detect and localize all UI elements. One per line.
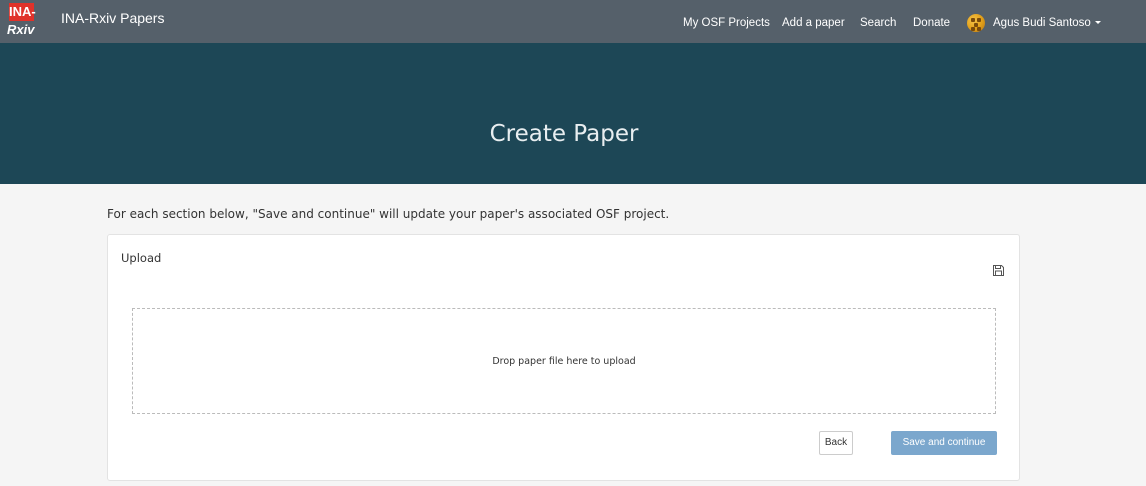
brand-logo[interactable]: INA- Rxiv [7, 3, 50, 41]
upload-panel: Upload Drop paper file here to upload Ba… [107, 234, 1020, 481]
brand-name-link[interactable]: INA-Rxiv Papers [61, 0, 164, 36]
top-navbar: INA- Rxiv INA-Rxiv Papers My OSF Project… [0, 0, 1146, 43]
user-menu[interactable]: Agus Budi Santoso [993, 0, 1101, 43]
panel-title: Upload [121, 251, 162, 265]
logo-top-text: INA- [9, 3, 36, 21]
nav-add-paper[interactable]: Add a paper [782, 0, 845, 43]
caret-down-icon [1094, 21, 1101, 25]
hero-banner: Create Paper [0, 43, 1146, 184]
save-and-continue-button[interactable]: Save and continue [891, 431, 997, 455]
user-avatar[interactable] [967, 14, 985, 32]
nav-search[interactable]: Search [860, 0, 896, 43]
page-title: Create Paper [489, 121, 639, 147]
logo-bottom-text: Rxiv [7, 22, 35, 37]
back-button[interactable]: Back [819, 431, 853, 455]
file-dropzone[interactable]: Drop paper file here to upload [132, 308, 996, 414]
user-name: Agus Budi Santoso [993, 17, 1091, 29]
nav-my-osf-projects[interactable]: My OSF Projects [683, 0, 770, 43]
intro-text: For each section below, "Save and contin… [107, 207, 670, 221]
dropzone-text: Drop paper file here to upload [492, 355, 636, 367]
nav-donate[interactable]: Donate [913, 0, 950, 43]
floppy-disk-icon[interactable] [993, 265, 1004, 276]
